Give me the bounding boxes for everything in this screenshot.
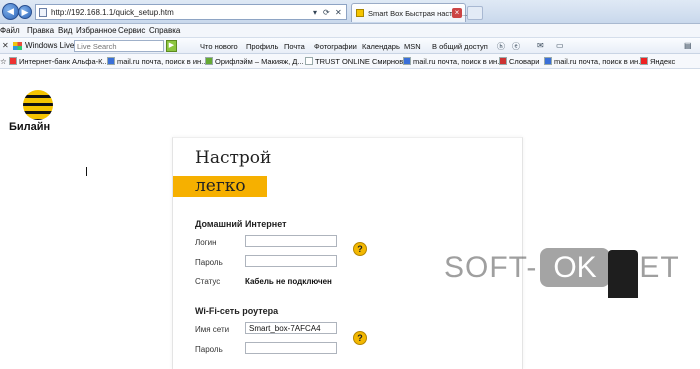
favorite-label: Словари xyxy=(509,57,540,66)
favorite-item[interactable]: mail.ru почта, поиск в ин... xyxy=(107,57,207,66)
trust-icon xyxy=(305,57,313,65)
address-url[interactable]: http://192.168.1.1/quick_setup.htm xyxy=(51,8,174,17)
mail-ru-icon xyxy=(544,57,552,65)
live-link-mail[interactable]: Почта xyxy=(284,42,305,51)
wifi-password-field[interactable] xyxy=(245,342,337,354)
menu-edit[interactable]: Правка xyxy=(27,26,54,35)
tab-smart-box[interactable]: Smart Box Быстрая настро... × xyxy=(351,3,467,22)
page-content: Билайн Настрой легко Домашний Интернет Л… xyxy=(0,70,700,369)
mail-ru-icon xyxy=(107,57,115,65)
login-field[interactable] xyxy=(245,235,337,247)
favorite-item[interactable]: Яндекс xyxy=(640,57,675,66)
dictionary-icon xyxy=(499,57,507,65)
toolbar-close-icon[interactable]: ✕ xyxy=(2,41,9,50)
mail-icon[interactable]: ✉ xyxy=(537,41,544,50)
favorites-star-icon[interactable]: ☆ xyxy=(0,57,7,66)
windows-live-label[interactable]: Windows Live xyxy=(25,41,74,50)
favorite-label: Яндекс xyxy=(650,57,676,66)
search-go-icon[interactable]: ▶ xyxy=(166,40,177,52)
favorite-item[interactable]: TRUST ONLINE Смирнов... xyxy=(305,57,409,66)
browser-top-bar: ◀ ▶ http://192.168.1.1/quick_setup.htm ▾… xyxy=(0,0,700,24)
refresh-icon[interactable]: ⟳ xyxy=(323,7,330,18)
windows-live-toolbar: ✕ Windows Live ▶ Что нового Профиль Почт… xyxy=(0,38,700,54)
favorite-label: mail.ru почта, поиск в ин... xyxy=(413,57,504,66)
watermark-ok-badge: OK xyxy=(540,248,610,287)
tab-close-icon[interactable]: × xyxy=(452,8,462,18)
help-icon[interactable]: ? xyxy=(353,242,367,256)
windows-live-logo-icon xyxy=(13,42,22,50)
brand-name: Билайн xyxy=(9,121,51,133)
mail-ru-icon xyxy=(403,57,411,65)
alfa-icon xyxy=(9,57,17,65)
ie-icon[interactable]: ⓔ xyxy=(512,41,520,52)
live-link-calendar[interactable]: Календарь xyxy=(362,42,400,51)
oriflame-icon xyxy=(205,57,213,65)
address-bar[interactable]: http://192.168.1.1/quick_setup.htm ▾ ⟳ ✕ xyxy=(35,4,347,20)
new-tab-button[interactable] xyxy=(467,6,483,20)
page-icon xyxy=(39,8,47,17)
yandex-icon xyxy=(640,57,648,65)
favorite-label: Орифлэйм – Макияж, Д... xyxy=(215,57,304,66)
section-title-wifi: Wi-Fi-сеть роутера xyxy=(195,306,279,316)
hero-title-line1: Настрой xyxy=(195,148,272,168)
favorite-item[interactable]: Интернет-банк Альфа-К... xyxy=(9,57,109,66)
favorites-bar: ☆ Интернет-банк Альфа-К... mail.ru почта… xyxy=(0,54,700,69)
menu-favorites[interactable]: Избранное xyxy=(76,26,117,35)
favorite-item[interactable]: Орифлэйм – Макияж, Д... xyxy=(205,57,304,66)
favorite-label: mail.ru почта, поиск в ин... xyxy=(117,57,208,66)
menu-file[interactable]: Файл xyxy=(0,26,20,35)
live-link-msn[interactable]: MSN xyxy=(404,42,421,51)
back-button[interactable]: ◀ xyxy=(2,3,19,20)
wifi-password-label: Пароль xyxy=(195,345,223,354)
folder-icon[interactable]: ▭ xyxy=(556,41,564,50)
live-link-whats-new[interactable]: Что нового xyxy=(200,42,238,51)
beeline-logo-icon xyxy=(23,90,53,120)
favorite-item[interactable]: Словари xyxy=(499,57,539,66)
menu-tools[interactable]: Сервис xyxy=(118,26,145,35)
favorite-label: TRUST ONLINE Смирнов... xyxy=(315,57,410,66)
menu-view[interactable]: Вид xyxy=(58,26,72,35)
live-link-photos[interactable]: Фотографии xyxy=(314,42,357,51)
live-link-share[interactable]: В общий доступ xyxy=(432,42,488,51)
text-cursor xyxy=(86,167,87,176)
password-label: Пароль xyxy=(195,258,223,267)
help-icon[interactable]: ? xyxy=(353,331,367,345)
favorite-label: mail.ru почта, поиск в ин... xyxy=(554,57,645,66)
hp-icon[interactable]: ⓗ xyxy=(497,41,505,52)
favorite-item[interactable]: mail.ru почта, поиск в ин... xyxy=(403,57,503,66)
hero-title-line2: легко xyxy=(195,176,246,196)
device-silhouette xyxy=(608,250,638,298)
menu-help[interactable]: Справка xyxy=(149,26,180,35)
search-dropdown-icon[interactable]: ▾ xyxy=(313,7,317,18)
live-link-profile[interactable]: Профиль xyxy=(246,42,278,51)
menu-bar: Файл Правка Вид Избранное Сервис Справка xyxy=(0,24,700,38)
ssid-label: Имя сети xyxy=(195,325,230,334)
ssid-field[interactable] xyxy=(245,322,337,334)
toolbar-options-icon[interactable]: ▤ xyxy=(684,41,692,50)
login-label: Логин xyxy=(195,238,217,247)
forward-button[interactable]: ▶ xyxy=(18,5,32,19)
favorite-item[interactable]: mail.ru почта, поиск в ин... xyxy=(544,57,644,66)
status-value: Кабель не подключен xyxy=(245,277,332,286)
stop-icon[interactable]: ✕ xyxy=(335,7,342,18)
live-search-input[interactable] xyxy=(74,40,164,52)
password-field[interactable] xyxy=(245,255,337,267)
status-label: Статус xyxy=(195,277,221,286)
favorite-label: Интернет-банк Альфа-К... xyxy=(19,57,109,66)
section-title-home-internet: Домашний Интернет xyxy=(195,219,287,229)
beeline-favicon-icon xyxy=(356,9,364,17)
watermark-prefix: SOFT- xyxy=(444,251,538,284)
